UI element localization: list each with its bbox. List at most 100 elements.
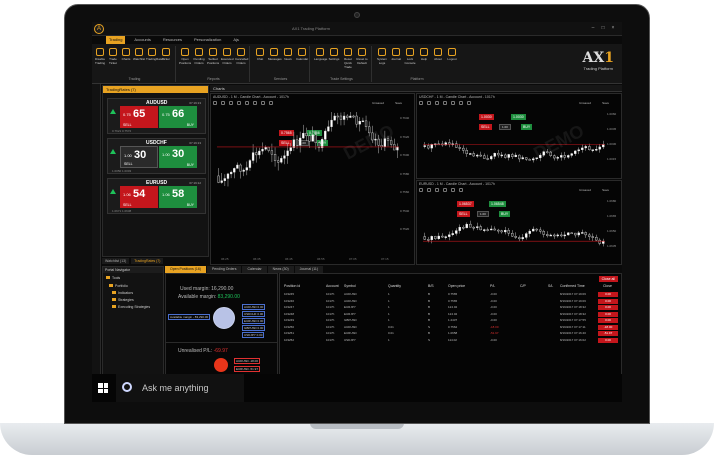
close-position-button[interactable]: 0.00 [598, 298, 618, 304]
tree-item-tools[interactable]: Tools [106, 276, 120, 280]
close-position-button[interactable]: 0.00 [598, 292, 618, 297]
indicator-icon[interactable] [253, 101, 257, 105]
chat-button[interactable]: Chat [254, 48, 266, 61]
th-pl[interactable]: P/L [490, 284, 495, 288]
layout-unsaved[interactable]: Unsaved [372, 101, 384, 105]
th-account[interactable]: Account [326, 284, 339, 288]
ticker-button[interactable]: Ticker [160, 48, 172, 61]
close-position-button[interactable]: 0.00 [598, 305, 618, 310]
table-row[interactable]: 103251 1017h EURUSD 0.01 B 1.0658 -51.97 8/19/2… [280, 331, 621, 337]
executed-orders-button[interactable]: Executed Orders [221, 48, 234, 65]
logout-button[interactable]: Logout [446, 48, 458, 61]
tab-tradingrates[interactable]: TradingRates (7) [131, 258, 164, 264]
open-positions-button[interactable]: Open Positions [179, 48, 191, 65]
sell-button[interactable]: 1.06 54 SELL [120, 186, 158, 208]
chart-eurusd[interactable]: EURUSD - 1 M - Candle Chart - Account - … [416, 180, 622, 265]
zoom-out-icon[interactable] [245, 101, 249, 105]
tab-news[interactable]: News (30) [267, 266, 294, 273]
close-position-button[interactable]: 0.00 [598, 318, 618, 323]
line-tool-icon[interactable] [435, 188, 439, 192]
indicator-icon[interactable] [459, 188, 463, 192]
news-button[interactable]: News [282, 48, 294, 61]
cursor-icon[interactable] [419, 101, 423, 105]
indicator-icon[interactable] [459, 101, 463, 105]
table-row[interactable]: 103249 1017h GBPUSD 1 B 1.2437 -0.00 8/19/2017 … [280, 318, 621, 324]
buy-button[interactable]: 0.75 66 BUY [159, 106, 197, 128]
table-row[interactable]: 103247 1017h EURJPY 1 B 124.02 -0.00 8/19/2017 … [280, 305, 621, 311]
close-all-button[interactable]: Close all [598, 276, 618, 282]
th-sl[interactable]: S/L [548, 284, 553, 288]
layout-save[interactable]: Save [602, 101, 609, 105]
search-placeholder[interactable]: Ask me anything [142, 383, 209, 393]
zoom-in-icon[interactable] [443, 188, 447, 192]
settings-button[interactable]: Settings [328, 48, 340, 61]
calendar-button[interactable]: Calendar [296, 48, 308, 61]
layout-save[interactable]: Save [395, 101, 402, 105]
zoom-out-icon[interactable] [451, 188, 455, 192]
line-tool-icon[interactable] [229, 101, 233, 105]
table-row[interactable]: 103252 1017h USDJPY 1 S 114.02 -0.00 8/19/2017 … [280, 337, 621, 344]
reset-quick-trade-button[interactable]: Reset Quick Trade [342, 48, 354, 69]
th-open-price[interactable]: Open price [448, 284, 465, 288]
tab-accounts[interactable]: Accounts [131, 36, 153, 44]
layout-unsaved[interactable]: Unsaved [579, 101, 591, 105]
tree-item-portfolio[interactable]: Portfolio [109, 284, 128, 288]
th-bs[interactable]: B/S [428, 284, 434, 288]
reset-default-button[interactable]: Reset to Default [356, 48, 368, 65]
minimize-button[interactable]: – [590, 25, 596, 31]
cursor-icon[interactable] [213, 101, 217, 105]
journal-button[interactable]: Journal [390, 48, 402, 61]
charts-button[interactable]: Charts [120, 48, 132, 61]
sell-button[interactable]: 1.00 30 SELL [120, 146, 158, 168]
language-button[interactable]: Language [314, 48, 327, 61]
th-confirmed-time[interactable]: Confirmed Time [560, 284, 585, 288]
tradingrates-button[interactable]: TradingRates [146, 48, 164, 61]
chart-audusd[interactable]: AUDUSD - 1 M - Candle Chart - Account - … [210, 93, 415, 265]
lock-console-button[interactable]: Lock Console [404, 48, 416, 65]
tree-item-indicators[interactable]: Indicators [112, 291, 133, 295]
messages-button[interactable]: Messages [268, 48, 282, 61]
close-position-button[interactable]: -18.00 [598, 324, 618, 330]
th-position-id[interactable]: Position id [284, 284, 300, 288]
buy-button[interactable]: 1.06 58 BUY [159, 186, 197, 208]
table-row[interactable]: 103248 1017h EURJPY 1 B 124.02 -0.00 8/19/2017 … [280, 311, 621, 318]
maximize-button[interactable]: □ [600, 25, 606, 31]
system-logs-button[interactable]: System Logs [376, 48, 388, 65]
tab-trading[interactable]: Trading [106, 36, 126, 44]
table-row[interactable]: 103245 1017h AUDUSD 1 B 0.7565 -0.00 8/19/2017 … [280, 292, 621, 298]
settled-positions-button[interactable]: Settled Positions [207, 48, 219, 65]
th-quantity[interactable]: Quantity [388, 284, 401, 288]
buy-button[interactable]: 1.00 30 BUY [159, 146, 197, 168]
tab-resources[interactable]: Resources [160, 36, 185, 44]
hand-icon[interactable] [467, 101, 471, 105]
tab-journal[interactable]: Journal (11) [294, 266, 324, 273]
table-row[interactable]: 103246 1017h AUDUSD 1 B 0.7565 -0.00 8/19/2017 … [280, 298, 621, 305]
tab-calendar[interactable]: Calendar [242, 266, 267, 273]
tab-ajs[interactable]: Ajs [230, 36, 242, 44]
tab-personalization[interactable]: Personalization [191, 36, 224, 44]
help-button[interactable]: Help [418, 48, 430, 61]
zoom-in-icon[interactable] [443, 101, 447, 105]
disable-trading-button[interactable]: Disable Trading [94, 48, 106, 65]
sell-button[interactable]: 0.75 65 SELL [120, 106, 158, 128]
close-position-button[interactable]: 0.00 [598, 337, 618, 343]
close-position-button[interactable]: -51.97 [598, 331, 618, 336]
table-row[interactable]: 103250 1017h AUDUSD 0.01 S 0.7562 -18.00 8/19/2… [280, 324, 621, 331]
tree-item-executing[interactable]: Executing Strategies [112, 305, 150, 309]
watchlist-button[interactable]: Watchlist [133, 48, 145, 61]
cursor-icon[interactable] [419, 188, 423, 192]
crosshair-icon[interactable] [427, 101, 431, 105]
about-button[interactable]: About [432, 48, 444, 61]
close-position-button[interactable]: 0.00 [598, 311, 618, 317]
th-close[interactable]: Close [603, 284, 612, 288]
crosshair-icon[interactable] [221, 101, 225, 105]
settings-icon[interactable] [269, 101, 273, 105]
th-cp[interactable]: C/P [520, 284, 526, 288]
cortana-icon[interactable] [122, 382, 132, 392]
trade-ticket-button[interactable]: Trade Ticket [107, 48, 119, 65]
layout-save[interactable]: Save [602, 188, 609, 192]
crosshair-icon[interactable] [427, 188, 431, 192]
tab-open-positions[interactable]: Open Positions (16) [165, 266, 206, 273]
close-button[interactable]: × [610, 25, 616, 31]
zoom-out-icon[interactable] [451, 101, 455, 105]
